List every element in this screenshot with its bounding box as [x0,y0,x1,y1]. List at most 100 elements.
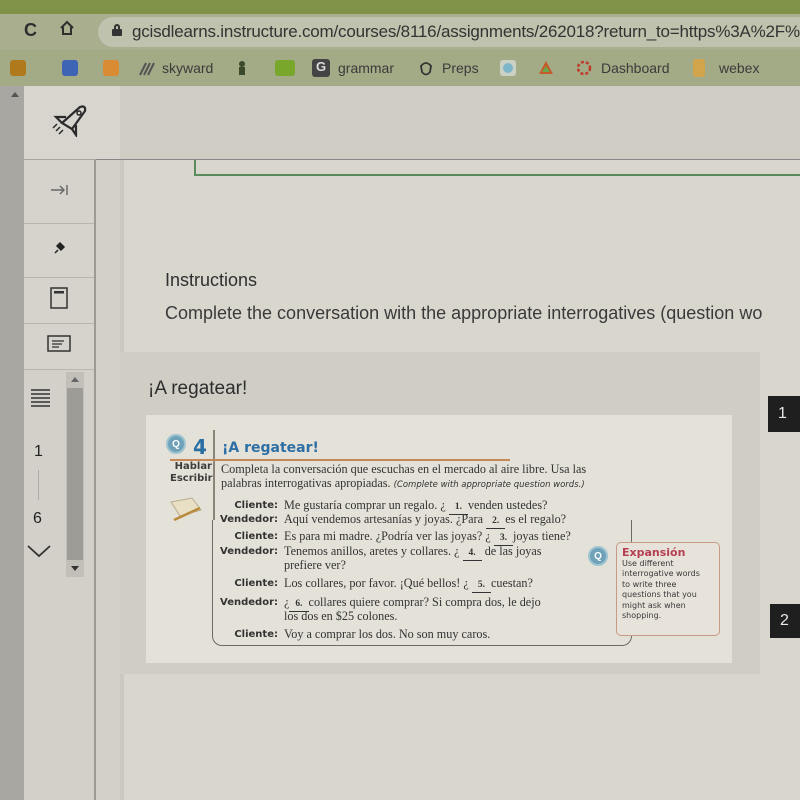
bookmark-slides[interactable] [103,58,127,78]
line-text: Aquí vendemos artesanías y joyas. ¿Para [284,512,484,526]
line-text: collares quiere comprar? Si compra dos, … [308,595,541,609]
speaker-label: Cliente: [234,500,278,511]
rocket-logo[interactable] [24,86,120,160]
bookmark-classroom[interactable] [10,58,34,78]
notes-button[interactable] [24,324,94,370]
scroll-up-arrow[interactable] [11,92,19,97]
scroll-down-arrow[interactable] [71,566,79,571]
speaker-label: Cliente: [234,629,278,640]
line-text: de las joyas [484,544,542,558]
bookmark-docs[interactable] [62,58,86,78]
bookmark-pawn[interactable] [237,58,255,78]
grammar-g-icon: G [312,59,330,77]
dialogue-line: Aquí vendemos artesanías y joyas. ¿Para … [284,513,566,529]
notes-icon [47,335,71,358]
pawn-icon [237,60,247,76]
speaker-label: Cliente: [234,578,278,589]
globe-icon [500,60,516,76]
expansion-line: to write three [622,579,677,589]
rocket-icon [52,103,92,142]
bookmark-label: Preps [442,60,479,76]
instructions-text: Complete the conversation with the appro… [165,303,763,323]
reload-icon[interactable]: C [24,20,37,41]
speaker-label: Cliente: [234,531,278,542]
expansion-line: might ask when [622,600,686,610]
page-scrollbar[interactable] [66,372,84,577]
dialogue-line: Los collares, por favor. ¡Qué bellos! ¿ … [284,577,533,593]
collapse-button[interactable] [24,160,94,224]
outer-scrollbar[interactable] [0,86,24,800]
answer-blank: 4. [462,547,482,561]
skills-label: Hablar Escribir [170,461,213,485]
speaker-label: Vendedor: [220,546,278,557]
speaker-label: Vendedor: [220,597,278,608]
expansion-title: Expansión [622,546,686,559]
bookmark-label: Dashboard [601,60,670,76]
exercise-intro: Completa la conversación que escuchas en… [221,462,621,492]
line-text: Me gustaría comprar un regalo. ¿ [284,498,446,512]
bookmark-preps[interactable]: Preps [418,58,479,78]
dialogue-line: Voy a comprar los dos. No son muy caros. [284,627,491,641]
chevron-down-icon[interactable] [26,544,52,563]
skill-hablar: Hablar [174,461,212,472]
colorful-app-icon [538,60,554,76]
expansion-line: shopping. [622,611,662,621]
bookmark-app[interactable] [538,58,562,78]
bookmark-duolingo[interactable] [275,58,303,78]
list-icon[interactable] [30,388,52,415]
question-badge[interactable]: 2 [770,604,800,638]
calculator-icon [50,287,68,314]
folder-icon [693,59,705,77]
bookmark-skyward[interactable]: skyward [138,58,213,78]
preps-acorn-icon [418,60,434,76]
page-range-line [38,470,39,500]
bookmark-webex[interactable]: webex [693,58,759,78]
home-icon[interactable] [58,19,76,42]
scroll-up-arrow[interactable] [71,377,79,382]
page-last[interactable]: 6 [33,510,42,528]
line-text: es el regalo? [505,512,567,526]
skyward-icon [138,60,155,76]
skill-escribir: Escribir [170,473,213,484]
instructions-title: Instructions [165,270,258,290]
line-text: cuestan? [490,576,533,590]
slides-icon [103,60,119,76]
intro-english: (Complete with appropriate question word… [393,480,585,490]
answer-blank: 2. [486,515,506,529]
expansion-line: interrogative words [622,569,700,579]
activity-title: ¡A regatear! [148,378,248,399]
sidebar-divider [94,160,96,800]
exercise-divider [213,430,215,520]
exercise-number: 4 [193,435,207,459]
line-text: Los collares, por favor. ¡Qué bellos! ¿ [284,576,469,590]
bookmark-dashboard[interactable]: Dashboard [575,58,670,78]
pin-button[interactable] [24,224,94,278]
url-text[interactable]: gcisdlearns.instructure.com/courses/8116… [132,22,800,42]
scrollbar-thumb[interactable] [67,388,83,560]
q-audio-icon: Q [588,546,608,566]
question-badge[interactable]: 1 [768,396,800,432]
bookmark-globe[interactable] [500,58,524,78]
speaker-label: Vendedor: [220,514,278,525]
bookmark-label: grammar [338,60,395,76]
answer-blank: 5. [471,579,491,593]
expansion-line: questions that you [622,590,697,600]
bookmark-label: webex [719,60,760,76]
paper-pencil-icon [168,496,204,522]
canvas-dashboard-icon [575,59,593,77]
line-text: venden ustedes? [467,498,548,512]
line-text: Es para mi madre. ¿Podría ver las joyas?… [284,529,491,543]
q-audio-icon: Q [166,434,186,454]
lock-icon [112,24,122,36]
duolingo-icon [275,60,295,76]
calculator-button[interactable] [24,278,94,324]
line-text: joyas tiene? [512,529,571,543]
exercise-heading: ¡A regatear! [222,440,319,456]
bookmark-grammar[interactable]: G grammar [312,58,394,78]
collapse-icon [49,183,69,201]
expansion-box: Expansión Use different interrogative wo… [616,542,720,636]
expansion-line: Use different [622,559,674,568]
previous-item-frame [194,160,800,176]
dialogue-line-cont: prefiere ver? [284,558,346,572]
page-first[interactable]: 1 [34,443,43,461]
